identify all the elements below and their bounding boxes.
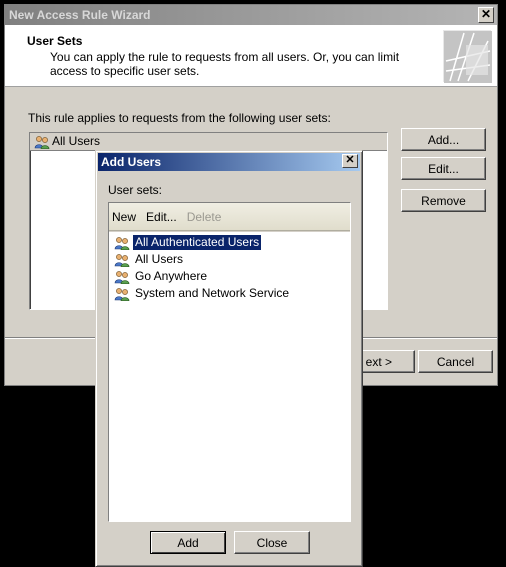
- users-icon: [114, 253, 130, 267]
- wizard-edit-button[interactable]: Edit...: [401, 157, 486, 180]
- wizard-cancel-button[interactable]: Cancel: [418, 350, 493, 373]
- user-set-item-label: All Authenticated Users: [133, 235, 262, 250]
- user-set-item-label: All Users: [135, 252, 184, 266]
- user-sets-panel: New Edit... Delete All Authenticated Use…: [108, 202, 351, 522]
- wizard-header: User Sets You can apply the rule to requ…: [5, 25, 497, 87]
- applies-to-label: This rule applies to requests from the f…: [28, 111, 331, 125]
- wizard-header-title: User Sets: [27, 34, 83, 48]
- users-icon: [114, 236, 130, 250]
- add-users-close-button[interactable]: Close: [234, 531, 310, 554]
- user-set-list-item[interactable]: All Users: [109, 251, 350, 268]
- toolbar-new-button[interactable]: New: [112, 210, 136, 224]
- wizard-header-graphic-icon: [443, 30, 492, 83]
- rule-user-set-label: All Users: [52, 134, 101, 148]
- user-set-item-label: System and Network Service: [135, 286, 290, 300]
- user-set-list-item[interactable]: All Authenticated Users: [109, 234, 350, 251]
- user-set-list-item[interactable]: Go Anywhere: [109, 268, 350, 285]
- add-users-dialog: Add Users ✕ User sets: New Edit... Delet…: [95, 150, 363, 567]
- users-icon: [114, 270, 130, 284]
- wizard-close-icon[interactable]: ✕: [478, 7, 494, 23]
- user-set-item-label: Go Anywhere: [135, 269, 208, 283]
- wizard-remove-button[interactable]: Remove: [401, 189, 486, 212]
- wizard-add-button[interactable]: Add...: [401, 128, 486, 151]
- toolbar-delete-button[interactable]: Delete: [187, 210, 222, 224]
- add-users-add-button[interactable]: Add: [150, 531, 226, 554]
- user-sets-label: User sets:: [108, 183, 163, 197]
- add-users-title-bar[interactable]: Add Users: [98, 153, 360, 171]
- toolbar-edit-button[interactable]: Edit...: [146, 210, 177, 224]
- user-sets-toolbar: New Edit... Delete: [109, 203, 350, 231]
- wizard-title: New Access Rule Wizard: [9, 8, 151, 22]
- users-icon: [34, 135, 50, 149]
- user-set-list-item[interactable]: System and Network Service: [109, 285, 350, 302]
- wizard-header-subtitle: You can apply the rule to requests from …: [50, 50, 400, 78]
- add-users-title: Add Users: [101, 155, 162, 169]
- user-sets-list[interactable]: All Authenticated Users All Users Go Anywh…: [109, 232, 350, 521]
- users-icon: [114, 287, 130, 301]
- rule-user-set-item[interactable]: All Users: [30, 133, 387, 151]
- wizard-title-bar[interactable]: New Access Rule Wizard: [5, 5, 497, 25]
- add-users-close-icon[interactable]: ✕: [342, 154, 358, 168]
